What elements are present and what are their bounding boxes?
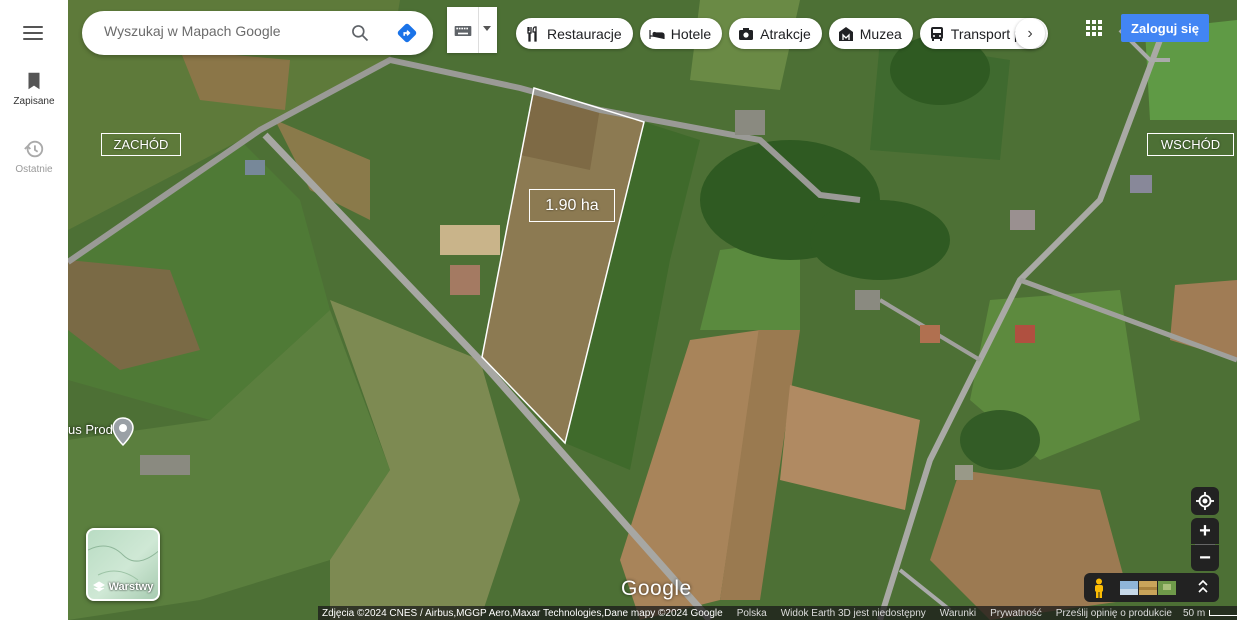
zoom-in-button[interactable]: +	[1191, 518, 1219, 544]
earth3d-text: Widok Earth 3D jest niedostępny	[780, 607, 926, 619]
input-tools	[447, 7, 497, 53]
chip-label: Hotele	[670, 25, 712, 42]
layers-icon	[92, 581, 105, 592]
expand-icon[interactable]	[1197, 579, 1209, 595]
layers-label: Warstwy	[108, 581, 154, 593]
chip-label: Atrakcje	[760, 25, 811, 42]
search-input[interactable]	[104, 23, 344, 39]
privacy-link[interactable]: Prywatność	[983, 608, 1049, 619]
chip-hotels[interactable]: Hotele	[639, 18, 723, 49]
menu-icon[interactable]	[23, 26, 43, 42]
keyboard-icon[interactable]	[453, 21, 473, 41]
map-pin-icon[interactable]	[111, 417, 135, 447]
layers-label-wrap: Warstwy	[88, 581, 158, 593]
thumbnail-2[interactable]	[1139, 581, 1157, 595]
bed-icon	[649, 29, 665, 39]
search-icon[interactable]	[350, 23, 370, 43]
divider	[1195, 544, 1215, 545]
map-terrain	[68, 0, 1237, 620]
directions-icon[interactable]	[396, 22, 418, 44]
chip-label: Restauracje	[547, 25, 622, 42]
sign-in-button[interactable]: Zaloguj się	[1121, 14, 1209, 42]
imagery-thumbnails	[1120, 581, 1176, 595]
category-chips: Restauracje Hotele Atrakcje Muzea Transp…	[516, 18, 1048, 49]
bookmark-icon	[28, 72, 40, 90]
area-label: 1.90 ha	[529, 189, 615, 222]
layers-button[interactable]: Warstwy	[86, 528, 160, 601]
scale-bar[interactable]: 50 m	[1183, 608, 1237, 619]
place-label[interactable]: us Prod	[68, 422, 113, 437]
museum-icon	[838, 26, 853, 41]
zoom-out-button[interactable]: −	[1191, 545, 1219, 571]
attribution-text: Zdjęcia ©2024 CNES / Airbus,MGGP Aero,Ma…	[322, 607, 723, 619]
scale-label: 50 m	[1182, 607, 1206, 619]
search-box	[82, 11, 433, 55]
rail-item-recent-label: Ostatnie	[15, 164, 53, 175]
apps-grid-icon[interactable]	[1085, 19, 1103, 37]
chip-label: Muzea	[859, 25, 902, 42]
divider	[478, 7, 479, 53]
crosshair-icon	[1196, 492, 1214, 510]
bottom-tools	[1084, 573, 1219, 602]
rail-item-saved[interactable]: Zapisane	[0, 70, 68, 107]
feedback-link[interactable]: Prześlij opinię o produkcie	[1049, 608, 1179, 619]
chevron-right-icon[interactable]: ›	[1015, 18, 1045, 49]
history-icon	[24, 140, 44, 158]
map-footer: Zdjęcia ©2024 CNES / Airbus,MGGP Aero,Ma…	[318, 606, 1237, 620]
chevron-down-icon[interactable]	[483, 26, 491, 31]
google-logo: Google	[621, 577, 692, 600]
west-label: ZACHÓD	[101, 133, 181, 156]
pegman-icon[interactable]	[1092, 578, 1106, 598]
east-label: WSCHÓD	[1147, 133, 1234, 156]
fork-knife-icon	[527, 25, 537, 42]
chip-attractions[interactable]: Atrakcje	[729, 18, 822, 49]
thumbnail-1[interactable]	[1120, 581, 1138, 595]
left-rail: Zapisane Ostatnie	[0, 0, 68, 620]
terms-link[interactable]: Warunki	[933, 608, 983, 619]
chip-museums[interactable]: Muzea	[828, 18, 913, 49]
rail-item-saved-label: Zapisane	[13, 96, 55, 107]
chip-restaurants[interactable]: Restauracje	[516, 18, 633, 49]
bus-icon	[930, 26, 943, 41]
thumbnail-3[interactable]	[1158, 581, 1176, 595]
camera-icon	[739, 27, 754, 40]
my-location-button[interactable]	[1191, 487, 1219, 515]
country-link[interactable]: Polska	[730, 608, 774, 619]
scale-line	[1209, 610, 1237, 616]
satellite-map[interactable]	[68, 0, 1237, 620]
rail-item-recent[interactable]: Ostatnie	[0, 138, 68, 175]
